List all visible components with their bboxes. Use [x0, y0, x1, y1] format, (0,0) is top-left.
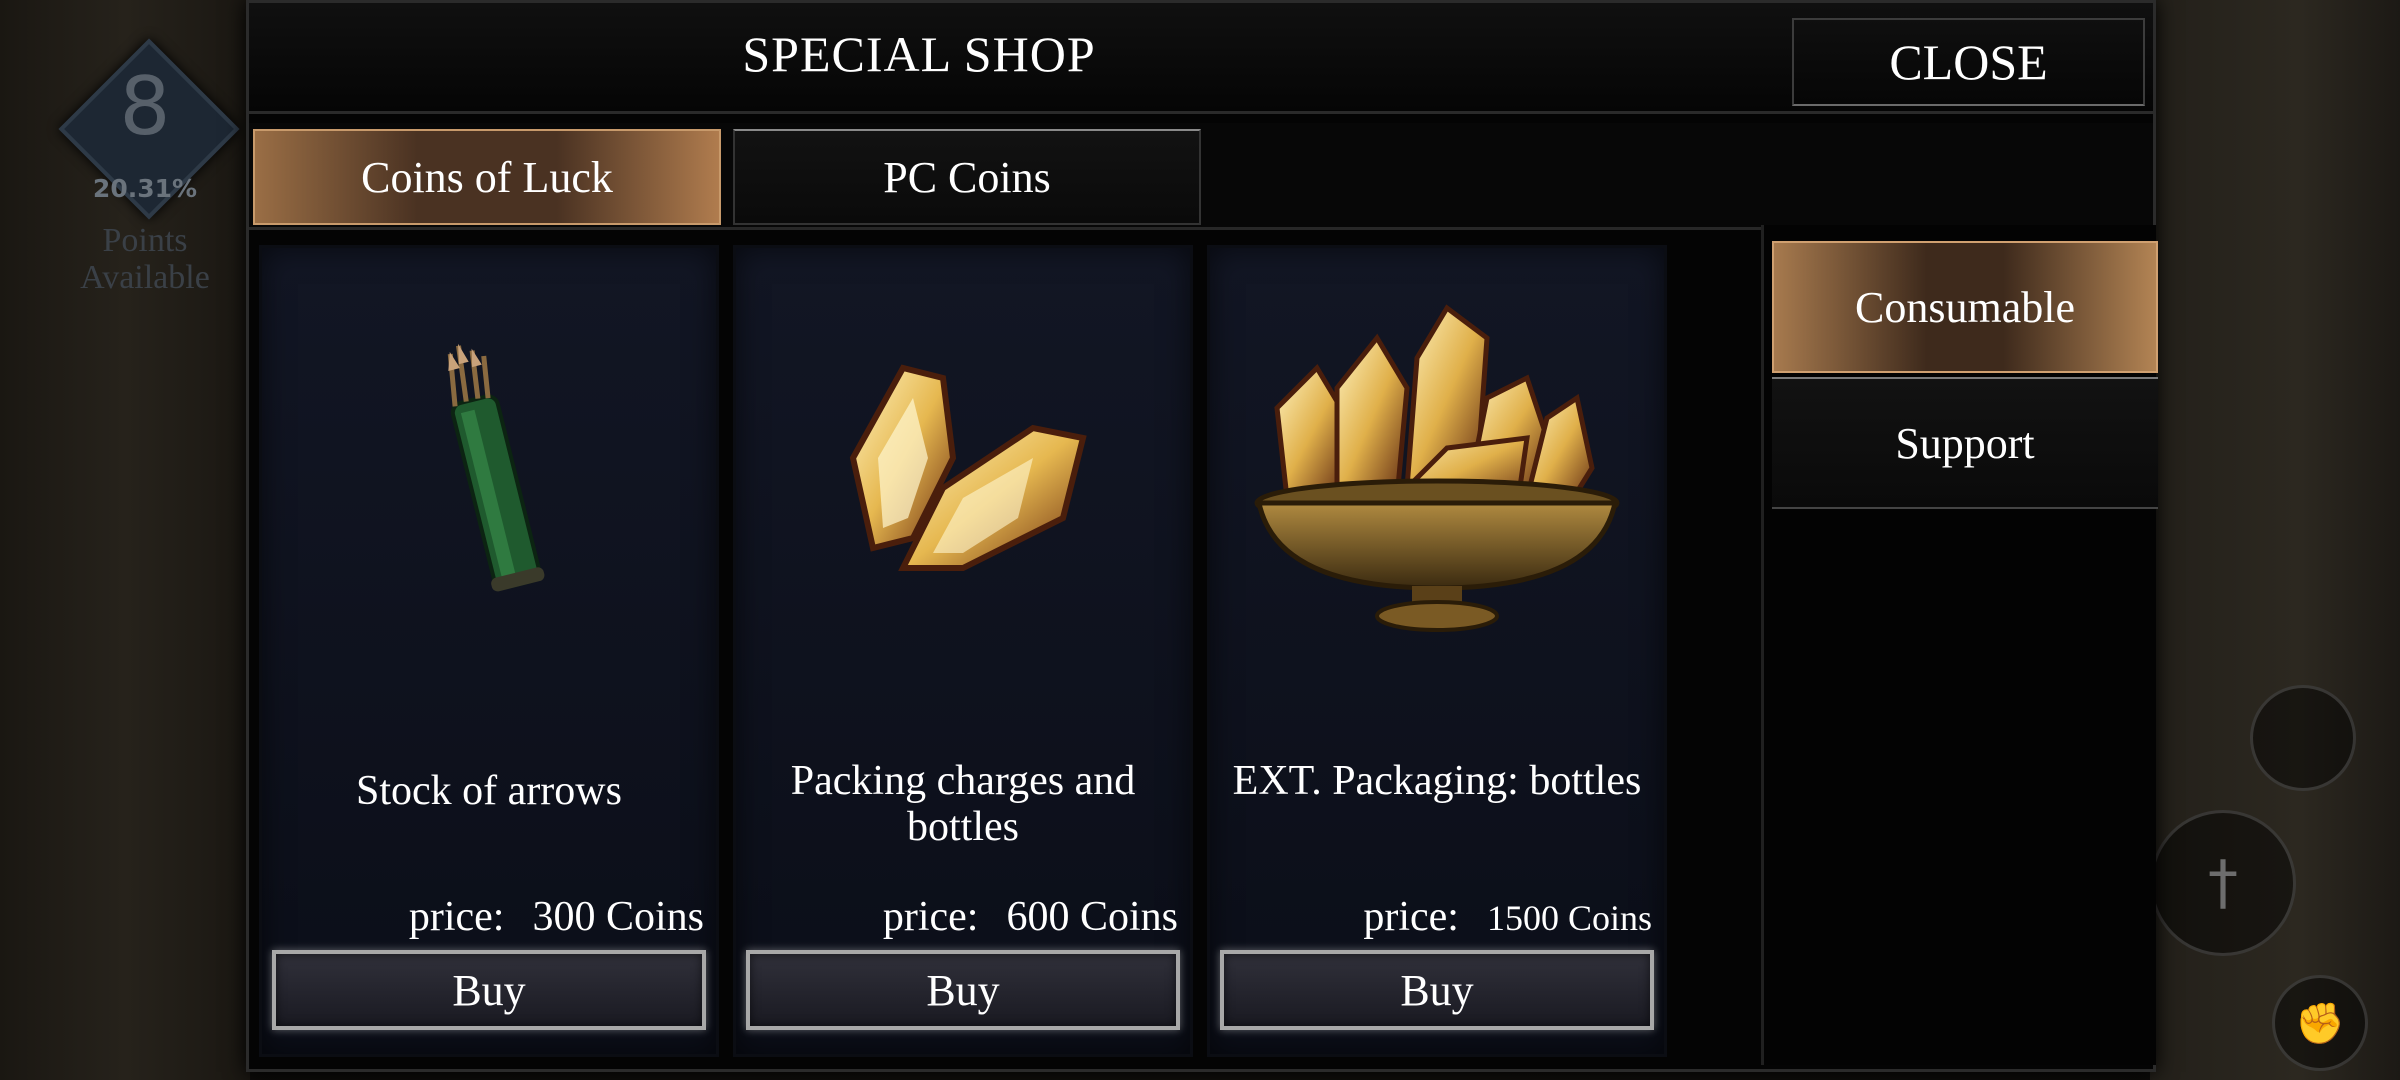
item-grid: Stock of arrows price: 300 Coins Buy Pac… [253, 233, 1753, 1065]
fist-icon: ✊ [2295, 1000, 2345, 1047]
item-price: price: 1500 Coins [1363, 894, 1652, 940]
sword-icon: † [2208, 848, 2238, 918]
item-price: price: 300 Coins [408, 894, 704, 940]
item-price: price: 600 Coins [882, 894, 1178, 940]
weapon-skill-button[interactable]: † [2150, 810, 2296, 956]
tab-pc-coins[interactable]: PC Coins [733, 129, 1201, 225]
points-available-label: Points Available [80, 222, 210, 296]
special-shop-panel: SPECIAL SHOP CLOSE Coins of Luck PC Coin… [246, 0, 2158, 1072]
crystals-icon [736, 288, 1190, 648]
category-consumable[interactable]: Consumable [1772, 241, 2158, 373]
currency-tabs: Coins of Luck PC Coins [249, 123, 2153, 230]
item-card-ext-packaging[interactable]: EXT. Packaging: bottles price: 1500 Coins… [1207, 245, 1667, 1057]
item-name: EXT. Packaging: bottles [1232, 758, 1642, 804]
level-progress: 20.31% [92, 174, 198, 203]
category-sidebar: Consumable Support [1761, 225, 2158, 1065]
level-number: 8 [119, 60, 171, 153]
category-support[interactable]: Support [1772, 377, 2158, 509]
item-card-stock-of-arrows[interactable]: Stock of arrows price: 300 Coins Buy [259, 245, 719, 1057]
buy-button[interactable]: Buy [272, 950, 706, 1030]
level-badge: 8 20.31% [58, 38, 240, 220]
close-button[interactable]: CLOSE [1792, 18, 2145, 106]
item-name: Stock of arrows [356, 768, 622, 814]
buy-button[interactable]: Buy [1220, 950, 1654, 1030]
shop-title: SPECIAL SHOP [742, 26, 1096, 82]
tab-coins-of-luck[interactable]: Coins of Luck [253, 129, 721, 225]
buy-button[interactable]: Buy [746, 950, 1180, 1030]
attack-button[interactable]: ✊ [2272, 975, 2368, 1071]
shop-title-bar: SPECIAL SHOP CLOSE [249, 3, 2153, 114]
item-name: Packing charges and bottles [790, 758, 1136, 850]
quiver-icon [262, 288, 716, 648]
skill-slot-button[interactable] [2250, 685, 2356, 791]
crystal-bowl-icon [1210, 288, 1664, 648]
item-card-packing-charges[interactable]: Packing charges and bottles price: 600 Co… [733, 245, 1193, 1057]
